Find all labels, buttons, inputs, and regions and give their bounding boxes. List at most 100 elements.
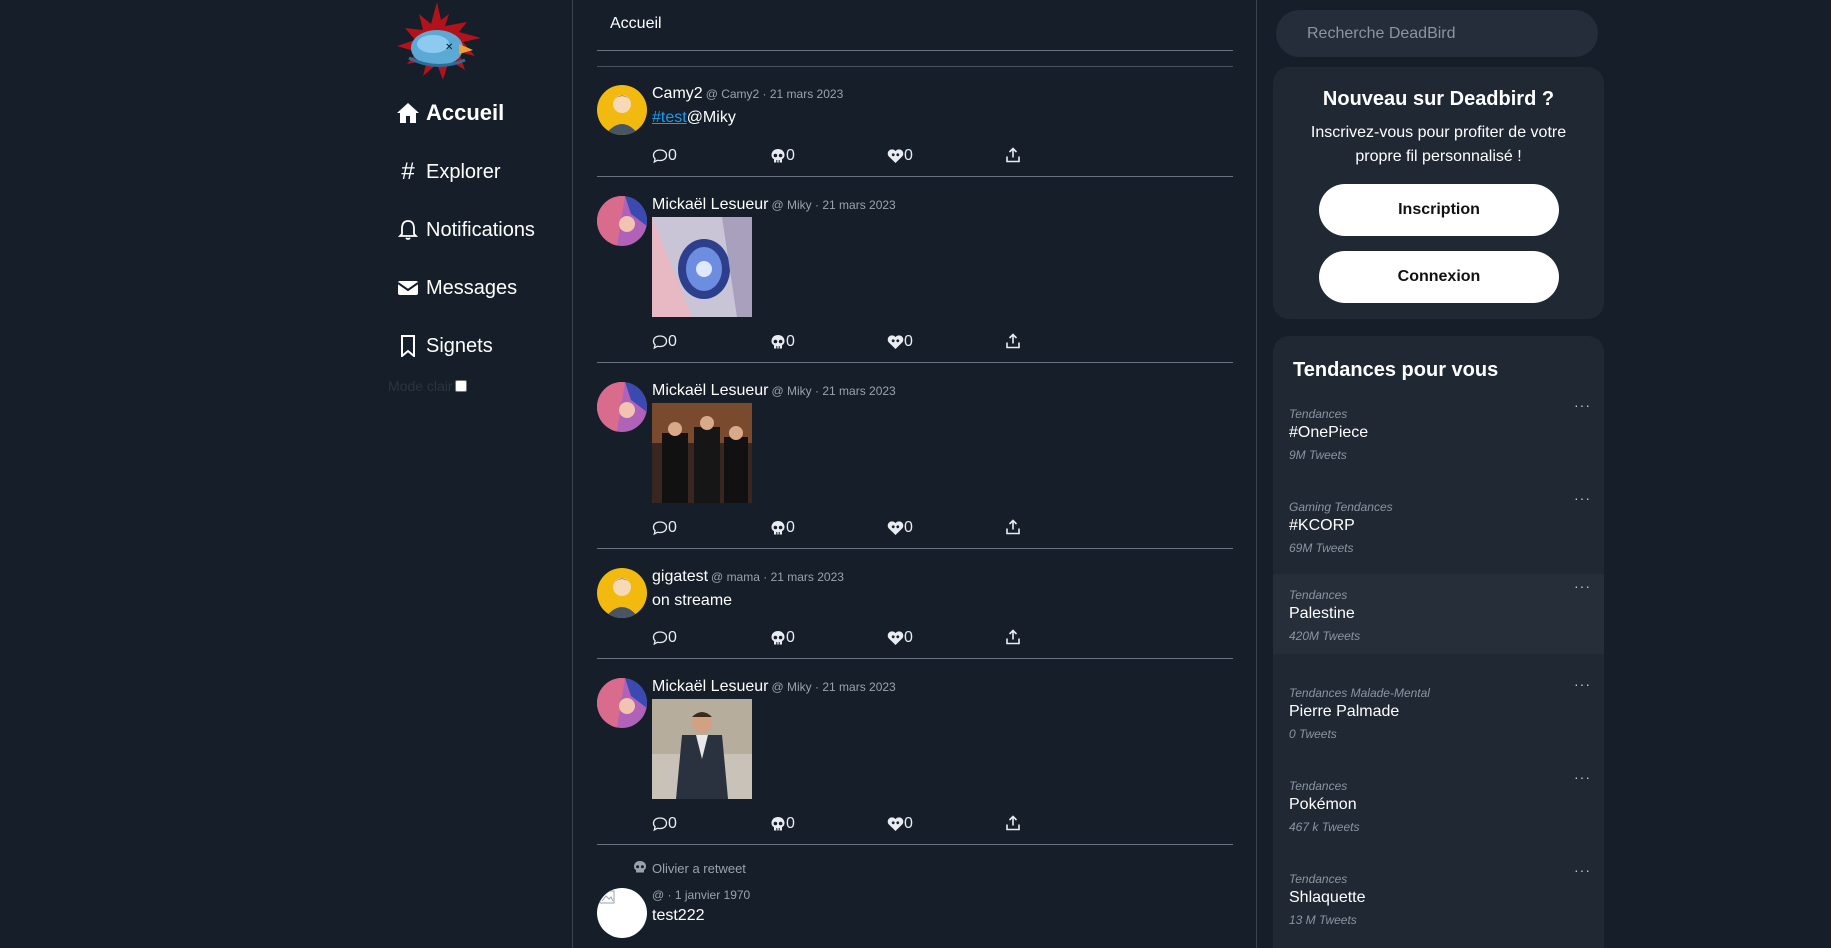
- likes-count: 0: [904, 147, 913, 164]
- likes-count: 0: [904, 629, 913, 646]
- comment-button[interactable]: 0: [652, 147, 677, 165]
- tweet-author[interactable]: Mickaël Lesueur: [652, 382, 769, 400]
- share-icon: [1005, 815, 1021, 831]
- signup-title: Nouveau sur Deadbird ?: [1322, 88, 1555, 110]
- like-button[interactable]: 0: [887, 333, 913, 351]
- trend-item[interactable]: Tendances Pokémon 467 k Tweets ···: [1273, 766, 1604, 846]
- heart-icon: [887, 334, 904, 350]
- tweet-image[interactable]: [652, 217, 752, 317]
- deadbird-logo[interactable]: ✕: [389, 0, 489, 84]
- tweet-author[interactable]: Mickaël Lesueur: [652, 678, 769, 696]
- signup-subtitle: Inscrivez-vous pour profiter de votre pr…: [1310, 124, 1567, 165]
- skull-reaction-button[interactable]: 0: [770, 147, 795, 165]
- avatar[interactable]: [597, 888, 647, 938]
- trend-count: 9M Tweets: [1289, 448, 1347, 462]
- nav-home[interactable]: Accueil: [396, 96, 504, 130]
- trend-count: 0 Tweets: [1289, 727, 1337, 741]
- nav-explore-label: Explorer: [426, 160, 501, 183]
- share-button[interactable]: [1005, 815, 1021, 831]
- hashtag-link[interactable]: #test: [652, 109, 687, 126]
- comment-button[interactable]: 0: [652, 519, 677, 537]
- feed: Accueil Camy2 @ Camy2 · 21 mars 2023 #te…: [572, 0, 1257, 948]
- trend-item[interactable]: Tendances Malade-Mental Pierre Palmade 0…: [1273, 673, 1604, 753]
- trend-item[interactable]: Tendances #OnePiece 9M Tweets ···: [1273, 394, 1604, 474]
- comment-button[interactable]: 0: [652, 815, 677, 833]
- trend-item[interactable]: Tendances Palestine 420M Tweets ···: [1273, 574, 1604, 654]
- comment-button[interactable]: 0: [652, 629, 677, 647]
- skull-reaction-button[interactable]: 0: [770, 629, 795, 647]
- share-icon: [1005, 147, 1021, 163]
- tweet[interactable]: Camy2 @ Camy2 · 21 mars 2023 #test@Miky …: [597, 66, 1233, 177]
- comments-count: 0: [668, 815, 677, 832]
- share-button[interactable]: [1005, 333, 1021, 349]
- skull-reaction-button[interactable]: 0: [770, 519, 795, 537]
- tweet-meta: @ Miky · 21 mars 2023: [771, 198, 896, 212]
- comment-icon: [652, 334, 668, 350]
- search-input[interactable]: [1307, 24, 1598, 43]
- share-button[interactable]: [1005, 629, 1021, 645]
- avatar[interactable]: [597, 196, 647, 246]
- envelope-icon: [396, 276, 420, 300]
- tweet-author[interactable]: Mickaël Lesueur: [652, 196, 769, 214]
- avatar[interactable]: [597, 568, 647, 618]
- more-options-icon[interactable]: ···: [1574, 676, 1591, 692]
- nav-bookmarks[interactable]: Signets: [396, 329, 493, 363]
- tweet-author[interactable]: gigatest: [652, 568, 708, 586]
- nav-explore[interactable]: # Explorer: [396, 155, 500, 189]
- register-button[interactable]: Inscription: [1319, 184, 1559, 236]
- heart-icon: [887, 148, 904, 164]
- login-button[interactable]: Connexion: [1319, 251, 1559, 303]
- nav-messages-label: Messages: [426, 276, 518, 299]
- skull-reaction-button[interactable]: 0: [770, 333, 795, 351]
- tweet-author[interactable]: Camy2: [652, 85, 703, 103]
- nav-home-label: Accueil: [426, 100, 505, 125]
- light-mode-toggle[interactable]: Mode clair: [388, 378, 467, 394]
- skull-icon: [633, 860, 647, 877]
- heart-icon: [887, 630, 904, 646]
- tweet-text: on streame: [652, 592, 733, 609]
- more-options-icon[interactable]: ···: [1574, 578, 1591, 594]
- tweet[interactable]: gigatest @ mama · 21 mars 2023 on stream…: [597, 549, 1233, 659]
- tweet-meta: @ Camy2 · 21 mars 2023: [705, 87, 844, 101]
- tweet[interactable]: Mickaël Lesueur @ Miky · 21 mars 2023 0 0…: [597, 363, 1233, 549]
- trend-category: Tendances: [1289, 407, 1348, 421]
- nav-messages[interactable]: Messages: [396, 271, 517, 305]
- like-button[interactable]: 0: [887, 629, 913, 647]
- light-mode-label: Mode clair: [388, 378, 453, 394]
- tweet-meta: @ · 1 janvier 1970: [652, 888, 751, 902]
- more-options-icon[interactable]: ···: [1574, 490, 1591, 506]
- trend-category: Tendances: [1289, 588, 1348, 602]
- share-button[interactable]: [1005, 147, 1021, 163]
- comment-button[interactable]: 0: [652, 333, 677, 351]
- avatar[interactable]: [597, 382, 647, 432]
- share-button[interactable]: [1005, 519, 1021, 535]
- avatar[interactable]: [597, 85, 647, 135]
- likes-count: 0: [904, 519, 913, 536]
- comments-count: 0: [668, 519, 677, 536]
- trend-item[interactable]: Gaming Tendances #KCORP 69M Tweets ···: [1273, 487, 1604, 567]
- like-button[interactable]: 0: [887, 147, 913, 165]
- nav-notifications[interactable]: Notifications: [396, 213, 535, 247]
- light-mode-checkbox[interactable]: [454, 380, 467, 392]
- nav-notifications-label: Notifications: [426, 218, 535, 241]
- trends-title: Tendances pour vous: [1293, 359, 1499, 381]
- tweet-image[interactable]: [652, 403, 752, 503]
- heart-icon: [887, 520, 904, 536]
- tweet[interactable]: Mickaël Lesueur @ Miky · 21 mars 2023 0 0…: [597, 177, 1233, 363]
- like-button[interactable]: 0: [887, 519, 913, 537]
- search-bar[interactable]: [1276, 10, 1598, 57]
- avatar[interactable]: [597, 678, 647, 728]
- tweet[interactable]: @ · 1 janvier 1970 test222: [597, 884, 1233, 948]
- more-options-icon[interactable]: ···: [1574, 769, 1591, 785]
- likes-count: 0: [904, 815, 913, 832]
- comments-count: 0: [668, 147, 677, 164]
- trend-category: Gaming Tendances: [1289, 500, 1393, 514]
- skull-icon: [770, 334, 786, 350]
- trend-item[interactable]: Tendances Shlaquette 13 M Tweets ···: [1273, 859, 1604, 939]
- like-button[interactable]: 0: [887, 815, 913, 833]
- skull-reaction-button[interactable]: 0: [770, 815, 795, 833]
- tweet[interactable]: Mickaël Lesueur @ Miky · 21 mars 2023 0 0…: [597, 659, 1233, 845]
- more-options-icon[interactable]: ···: [1574, 862, 1591, 878]
- tweet-image[interactable]: [652, 699, 752, 799]
- more-options-icon[interactable]: ···: [1574, 397, 1591, 413]
